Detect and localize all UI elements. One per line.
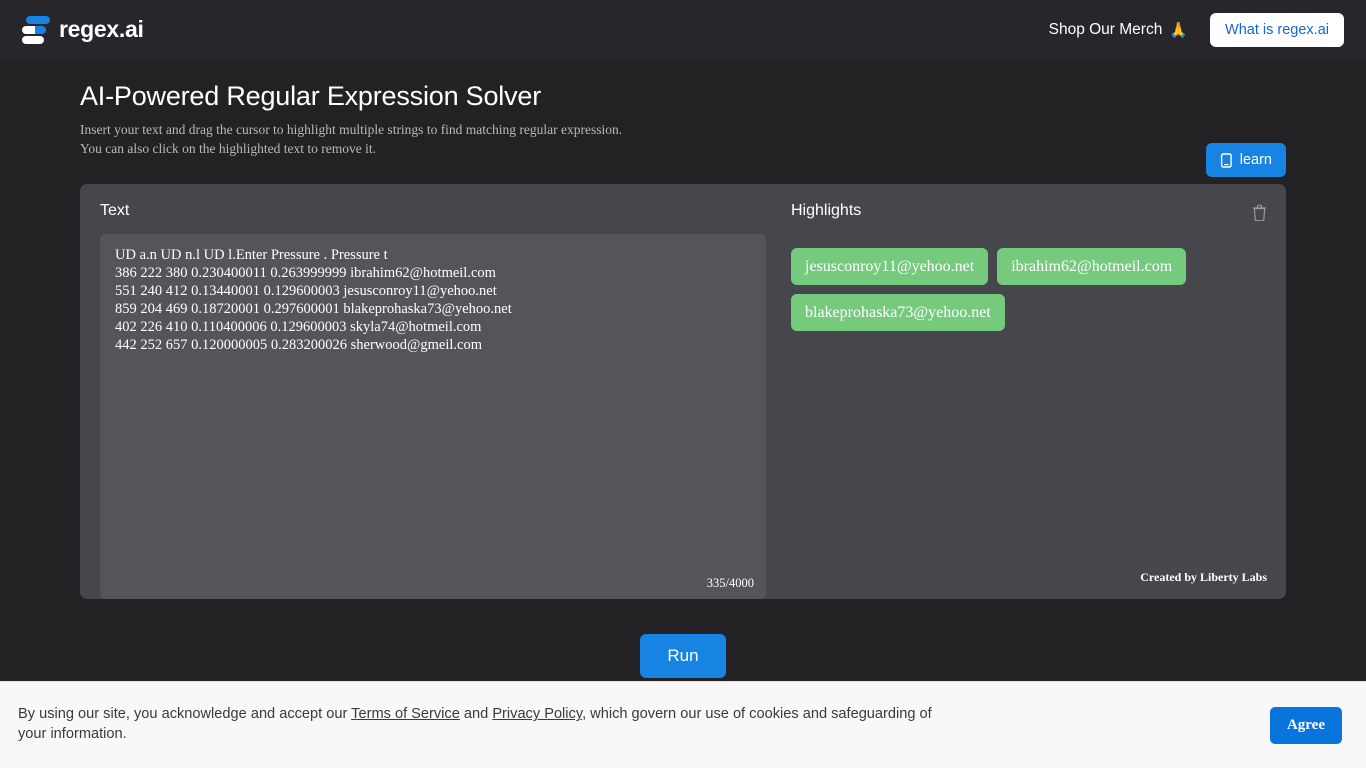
highlight-chip-list: jesusconroy11@yehoo.net ibrahim62@hotmei… [791, 248, 1267, 599]
text-input-value: UD a.n UD n.l UD l.Enter Pressure . Pres… [115, 247, 512, 354]
learn-button-label: learn [1239, 152, 1272, 168]
page-subtitle: Insert your text and drag the cursor to … [80, 121, 1286, 158]
highlight-chip[interactable]: jesusconroy11@yehoo.net [791, 248, 989, 286]
trash-icon [1252, 204, 1267, 224]
run-button[interactable]: Run [640, 634, 726, 679]
terms-of-service-link[interactable]: Terms of Service [351, 706, 460, 722]
privacy-policy-link[interactable]: Privacy Policy [492, 706, 582, 722]
brand-logo[interactable]: regex.ai [22, 15, 144, 45]
cookie-text-part-2: and [459, 706, 493, 723]
header-actions: Shop Our Merch 🙏 What is regex.ai [1049, 12, 1344, 47]
cookie-text-part-1: By using our site, you acknowledge and a… [18, 706, 352, 723]
cookie-consent-banner: By using our site, you acknowledge and a… [0, 681, 1366, 768]
highlights-pane: Highlights jesusconroy11@yehoo.net ibrah… [785, 202, 1286, 599]
what-is-regex-ai-button[interactable]: What is regex.ai [1210, 12, 1344, 47]
character-counter: 335/4000 [706, 576, 754, 591]
page-header-section: AI-Powered Regular Expression Solver Ins… [0, 59, 1366, 177]
agree-button[interactable]: Agree [1269, 706, 1342, 744]
text-pane: Text UD a.n UD n.l UD l.Enter Pressure .… [80, 202, 785, 600]
clear-highlights-button[interactable] [1252, 204, 1267, 224]
brand-name: regex.ai [59, 16, 144, 42]
highlights-pane-label: Highlights [791, 202, 862, 220]
text-pane-label: Text [100, 202, 130, 220]
text-input-area[interactable]: UD a.n UD n.l UD l.Enter Pressure . Pres… [100, 234, 766, 600]
page-subtitle-line-2: You can also click on the highlighted te… [80, 140, 376, 156]
stacked-bars-logo-icon [22, 15, 50, 45]
page-subtitle-line-1: Insert your text and drag the cursor to … [80, 122, 623, 137]
learn-button[interactable]: learn [1205, 143, 1286, 177]
book-icon [1220, 152, 1233, 168]
shop-our-merch-link[interactable]: Shop Our Merch 🙏 [1049, 21, 1188, 39]
highlights-pane-header: Highlights [791, 202, 1267, 234]
page-title: AI-Powered Regular Expression Solver [80, 81, 542, 111]
main-card: Text UD a.n UD n.l UD l.Enter Pressure .… [80, 184, 1286, 600]
praying-hands-icon: 🙏 [1169, 21, 1189, 39]
shop-our-merch-label: Shop Our Merch [1048, 20, 1163, 38]
highlight-chip[interactable]: ibrahim62@hotmeil.com [997, 248, 1187, 286]
highlight-chip[interactable]: blakeprohaska73@yehoo.net [791, 294, 1005, 332]
created-by-credit: Created by Liberty Labs [1140, 570, 1267, 585]
top-navigation-bar: regex.ai Shop Our Merch 🙏 What is regex.… [0, 0, 1366, 59]
run-button-container: Run [0, 634, 1366, 679]
cookie-consent-text: By using our site, you acknowledge and a… [18, 705, 938, 744]
